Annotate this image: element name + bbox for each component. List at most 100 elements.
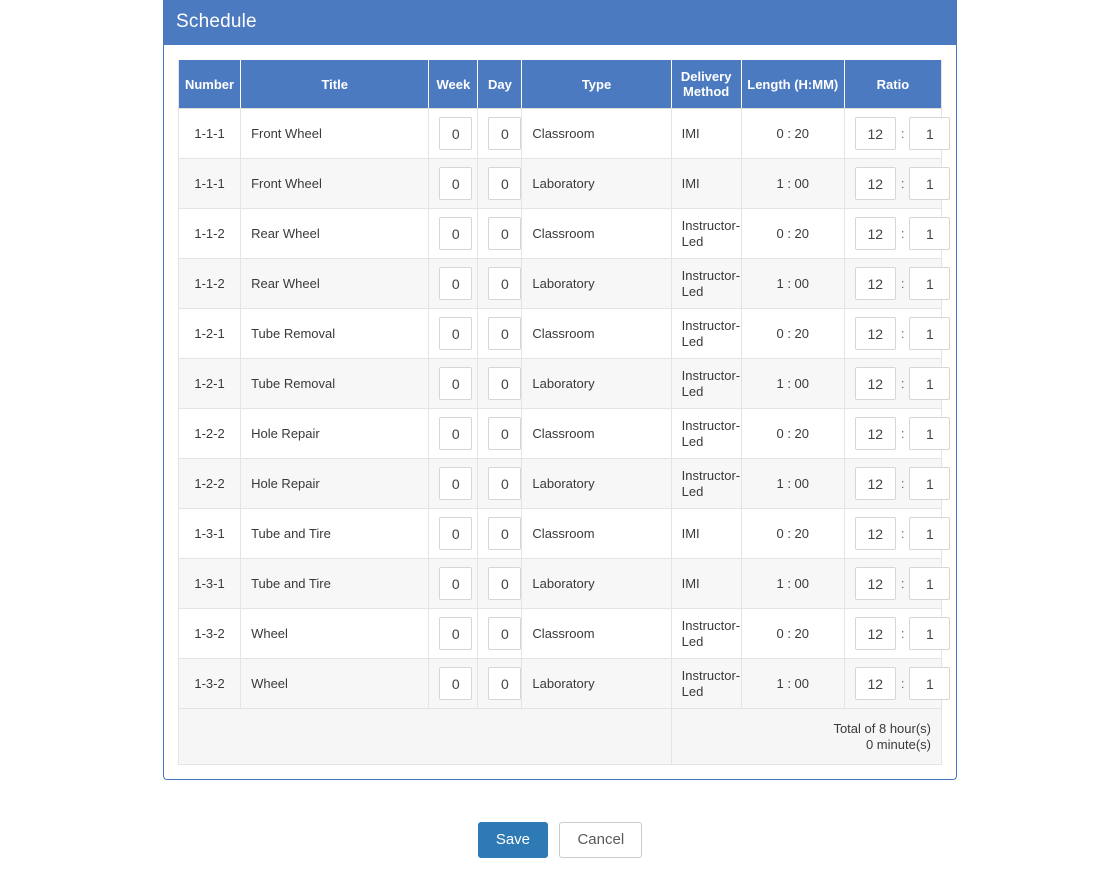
cell-day bbox=[477, 158, 523, 209]
ratio-group: : bbox=[854, 467, 951, 500]
ratio-right-input[interactable] bbox=[909, 617, 951, 650]
ratio-group: : bbox=[854, 317, 951, 350]
cell-type: Classroom bbox=[521, 608, 672, 659]
cell-type: Classroom bbox=[521, 208, 672, 259]
ratio-separator: : bbox=[900, 226, 905, 241]
ratio-left-input[interactable] bbox=[854, 467, 896, 500]
day-input[interactable] bbox=[488, 117, 522, 150]
cell-type: Classroom bbox=[521, 108, 672, 159]
week-input[interactable] bbox=[439, 117, 473, 150]
ratio-left-input[interactable] bbox=[854, 267, 896, 300]
ratio-separator: : bbox=[900, 576, 905, 591]
day-input[interactable] bbox=[488, 417, 522, 450]
cell-ratio: : bbox=[843, 458, 951, 509]
ratio-right-input[interactable] bbox=[909, 467, 951, 500]
cell-title: Rear Wheel bbox=[240, 258, 430, 309]
cell-type: Classroom bbox=[521, 308, 672, 359]
week-input[interactable] bbox=[439, 417, 473, 450]
ratio-right-input[interactable] bbox=[909, 167, 951, 200]
ratio-right-input[interactable] bbox=[909, 317, 951, 350]
cell-length: 1 : 00 bbox=[740, 158, 845, 209]
day-input[interactable] bbox=[488, 317, 522, 350]
ratio-right-input[interactable] bbox=[909, 367, 951, 400]
cell-day bbox=[477, 408, 523, 459]
day-input[interactable] bbox=[488, 617, 522, 650]
ratio-separator: : bbox=[900, 676, 905, 691]
ratio-group: : bbox=[854, 217, 951, 250]
cell-day bbox=[477, 208, 523, 259]
column-header-delivery: Delivery Method bbox=[670, 59, 742, 109]
cell-week bbox=[428, 258, 479, 309]
day-input[interactable] bbox=[488, 367, 522, 400]
week-input[interactable] bbox=[439, 317, 473, 350]
week-input[interactable] bbox=[439, 267, 473, 300]
week-input[interactable] bbox=[439, 467, 473, 500]
week-input[interactable] bbox=[439, 567, 473, 600]
cell-ratio: : bbox=[843, 608, 951, 659]
ratio-right-input[interactable] bbox=[909, 417, 951, 450]
ratio-left-input[interactable] bbox=[854, 567, 896, 600]
cell-length: 1 : 00 bbox=[740, 258, 845, 309]
week-input[interactable] bbox=[439, 167, 473, 200]
ratio-left-input[interactable] bbox=[854, 217, 896, 250]
ratio-left-input[interactable] bbox=[854, 667, 896, 700]
ratio-left-input[interactable] bbox=[854, 367, 896, 400]
week-input[interactable] bbox=[439, 217, 473, 250]
ratio-left-input[interactable] bbox=[854, 317, 896, 350]
day-input[interactable] bbox=[488, 567, 522, 600]
ratio-right-input[interactable] bbox=[909, 267, 951, 300]
cell-week bbox=[428, 308, 479, 359]
cell-day bbox=[477, 308, 523, 359]
week-input[interactable] bbox=[439, 667, 473, 700]
ratio-left-input[interactable] bbox=[854, 117, 896, 150]
week-input[interactable] bbox=[439, 617, 473, 650]
day-input[interactable] bbox=[488, 467, 522, 500]
column-header-number: Number bbox=[177, 59, 242, 109]
ratio-right-input[interactable] bbox=[909, 567, 951, 600]
cell-type: Laboratory bbox=[521, 158, 672, 209]
table-row: 1-1-2Rear Wheel LaboratoryInstructor-Led1… bbox=[177, 258, 951, 309]
day-input[interactable] bbox=[488, 517, 522, 550]
ratio-right-input[interactable] bbox=[909, 117, 951, 150]
column-header-type: Type bbox=[521, 59, 672, 109]
ratio-right-input[interactable] bbox=[909, 667, 951, 700]
column-header-week: Week bbox=[428, 59, 479, 109]
cell-title: Rear Wheel bbox=[240, 208, 430, 259]
cell-type: Laboratory bbox=[521, 258, 672, 309]
cell-number: 1-2-2 bbox=[177, 408, 242, 459]
ratio-separator: : bbox=[900, 376, 905, 391]
cell-number: 1-2-2 bbox=[177, 458, 242, 509]
day-input[interactable] bbox=[488, 167, 522, 200]
cancel-button[interactable]: Cancel bbox=[559, 822, 643, 858]
day-input[interactable] bbox=[488, 667, 522, 700]
save-button[interactable]: Save bbox=[477, 822, 549, 858]
ratio-group: : bbox=[854, 667, 951, 700]
cell-length: 0 : 20 bbox=[740, 308, 845, 359]
cell-week bbox=[428, 508, 479, 559]
cell-delivery-method: Instructor-Led bbox=[670, 458, 742, 509]
ratio-right-input[interactable] bbox=[909, 217, 951, 250]
ratio-right-input[interactable] bbox=[909, 517, 951, 550]
cell-ratio: : bbox=[843, 158, 951, 209]
total-row-spacer bbox=[178, 708, 672, 765]
column-header-ratio: Ratio bbox=[843, 59, 943, 109]
cell-number: 1-2-1 bbox=[177, 308, 242, 359]
day-input[interactable] bbox=[488, 217, 522, 250]
cell-number: 1-3-2 bbox=[177, 658, 242, 709]
ratio-left-input[interactable] bbox=[854, 167, 896, 200]
ratio-left-input[interactable] bbox=[854, 517, 896, 550]
cell-ratio: : bbox=[843, 508, 951, 559]
ratio-left-input[interactable] bbox=[854, 617, 896, 650]
total-row: Total of 8 hour(s) 0 minute(s) bbox=[178, 708, 943, 765]
ratio-left-input[interactable] bbox=[854, 417, 896, 450]
day-input[interactable] bbox=[488, 267, 522, 300]
cell-delivery-method: Instructor-Led bbox=[670, 208, 742, 259]
cell-title: Wheel bbox=[240, 658, 430, 709]
table-row: 1-2-1Tube Removal LaboratoryInstructor-Le… bbox=[177, 358, 951, 409]
cell-ratio: : bbox=[843, 658, 951, 709]
week-input[interactable] bbox=[439, 367, 473, 400]
cell-title: Front Wheel bbox=[240, 108, 430, 159]
week-input[interactable] bbox=[439, 517, 473, 550]
cell-number: 1-1-1 bbox=[177, 108, 242, 159]
cell-title: Front Wheel bbox=[240, 158, 430, 209]
